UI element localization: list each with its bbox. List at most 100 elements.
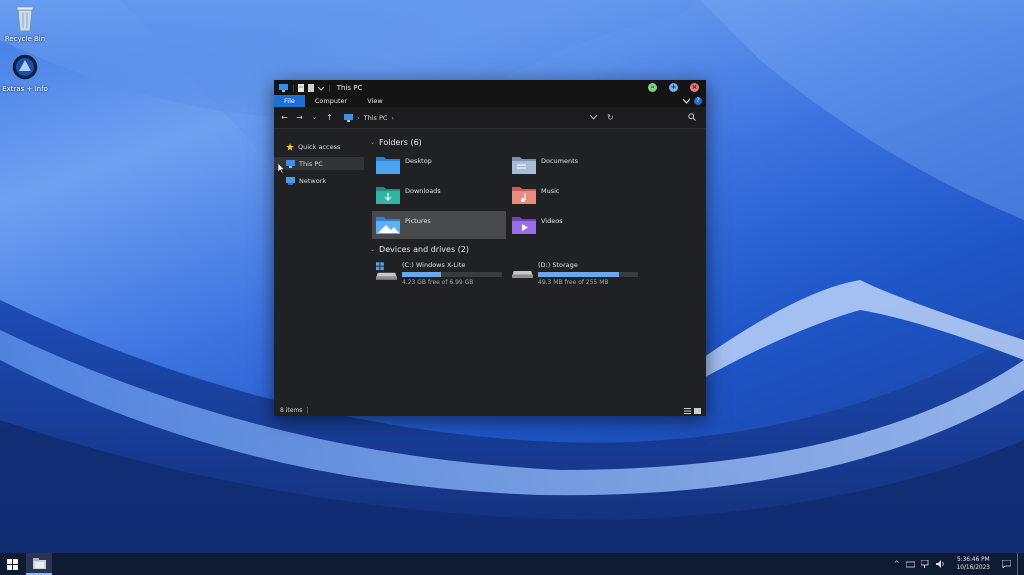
ribbon-tabs: File Computer View ? — [274, 95, 706, 107]
drive-d[interactable]: (D:) Storage 49.3 MB free of 255 MB — [508, 259, 642, 288]
clock[interactable]: 5:36:46 PM 10/16/2023 — [957, 556, 990, 572]
folders-group-header[interactable]: ⌄ Folders (6) — [370, 136, 706, 149]
desktop-icon-label: Extras + Info — [2, 85, 48, 93]
window-controls: – + × — [648, 83, 706, 92]
navigation-pane: Quick access This PC Network — [274, 130, 366, 405]
properties-icon[interactable] — [298, 83, 305, 92]
folder-desktop[interactable]: Desktop — [372, 151, 506, 179]
address-bar[interactable]: › This PC › — [344, 113, 584, 122]
folder-label: Documents — [541, 157, 579, 165]
status-bar: 8 items | — [274, 405, 706, 416]
expand-ribbon-icon[interactable] — [683, 98, 690, 104]
recycle-bin-icon — [16, 6, 34, 32]
drive-info: (D:) Storage 49.3 MB free of 255 MB — [538, 261, 638, 286]
sidebar-item-network[interactable]: Network — [274, 174, 364, 187]
folder-videos[interactable]: Videos — [508, 211, 642, 239]
start-button[interactable] — [0, 553, 24, 575]
system-tray: ^ 5:36:46 PM 10/16/2023 — [894, 553, 1024, 575]
folders-grid: Desktop Documents Downloads Music Pictur… — [372, 151, 706, 239]
maximize-button[interactable]: + — [669, 83, 678, 92]
group-title: Devices and drives (2) — [379, 245, 469, 254]
file-explorer-icon — [32, 557, 46, 569]
help-icon[interactable]: ? — [694, 97, 702, 105]
recent-locations-button[interactable]: ⌄ — [310, 114, 319, 121]
folder-label: Music — [541, 187, 560, 195]
tab-view[interactable]: View — [357, 95, 392, 107]
back-button[interactable]: ← — [280, 113, 289, 122]
desktop: Recycle Bin Extras + Info | | This PC – … — [0, 0, 1024, 553]
window-title: This PC — [336, 83, 363, 92]
tab-computer[interactable]: Computer — [305, 95, 357, 107]
close-icon: × — [691, 83, 698, 91]
content-area: ⌄ Folders (6) Desktop Documents Download… — [366, 130, 706, 405]
breadcrumb-separator: › — [391, 113, 395, 122]
desktop-folder-icon — [376, 157, 400, 174]
drives-group-header[interactable]: ⌄ Devices and drives (2) — [370, 243, 706, 256]
drive-usage-bar — [402, 272, 502, 277]
folder-documents[interactable]: Documents — [508, 151, 642, 179]
desktop-icon-recycle-bin[interactable]: Recycle Bin — [0, 4, 50, 43]
windows-logo-icon — [6, 558, 18, 570]
folder-downloads[interactable]: Downloads — [372, 181, 506, 209]
drive-info: (C:) Windows X-Lite 4.23 GB free of 6.99… — [402, 261, 502, 286]
music-folder-icon — [512, 187, 536, 204]
drive-usage-bar — [538, 272, 638, 277]
address-actions: ↻ — [590, 113, 614, 122]
explorer-body: Quick access This PC Network ⌄ Folders (… — [274, 130, 706, 405]
close-button[interactable]: × — [690, 83, 699, 92]
clock-date: 10/16/2023 — [956, 565, 990, 571]
network-icon — [286, 176, 295, 185]
storage-drive-icon — [512, 271, 533, 278]
refresh-icon[interactable]: ↻ — [607, 113, 614, 122]
taskbar-file-explorer[interactable] — [26, 553, 52, 575]
folder-label: Desktop — [405, 157, 432, 165]
search-box[interactable] — [688, 112, 706, 123]
navigation-bar: ← → ⌄ ↑ › This PC › ↻ — [274, 107, 706, 129]
item-count: 8 items — [280, 407, 303, 414]
show-desktop-button[interactable] — [1017, 553, 1020, 575]
drive-usage-fill — [402, 272, 441, 277]
address-dropdown-icon[interactable] — [590, 115, 597, 120]
minimize-button[interactable]: – — [648, 83, 657, 92]
separator: | — [328, 83, 331, 92]
clock-time: 5:36:46 PM — [956, 557, 990, 563]
maximize-icon: + — [670, 83, 677, 91]
tab-file[interactable]: File — [274, 95, 305, 107]
up-button[interactable]: ↑ — [325, 113, 334, 122]
volume-icon[interactable] — [935, 560, 945, 568]
drives-grid: (C:) Windows X-Lite 4.23 GB free of 6.99… — [372, 259, 706, 288]
documents-folder-icon — [512, 157, 536, 174]
folder-pictures[interactable]: Pictures — [372, 211, 506, 239]
chevron-down-icon: ⌄ — [370, 139, 376, 146]
input-indicator-icon[interactable] — [905, 561, 915, 568]
show-hidden-icons-icon[interactable]: ^ — [894, 560, 900, 568]
drive-c[interactable]: (C:) Windows X-Lite 4.23 GB free of 6.99… — [372, 259, 506, 288]
large-icons-view-icon[interactable] — [694, 407, 701, 414]
sidebar-item-quick-access[interactable]: Quick access — [274, 140, 364, 153]
separator: | — [292, 83, 295, 92]
desktop-icon-extras-info[interactable]: Extras + Info — [0, 52, 50, 93]
pictures-folder-icon — [376, 217, 400, 234]
desktop-icon-label: Recycle Bin — [4, 35, 46, 43]
group-title: Folders (6) — [379, 138, 422, 147]
notifications-icon[interactable] — [1002, 560, 1011, 568]
computer-icon — [279, 83, 288, 92]
videos-folder-icon — [512, 217, 536, 234]
folder-music[interactable]: Music — [508, 181, 642, 209]
computer-icon — [344, 113, 353, 122]
network-status-icon[interactable] — [920, 560, 930, 568]
title-bar[interactable]: | | This PC – + × — [274, 80, 706, 95]
folder-label: Downloads — [405, 187, 441, 195]
chevron-down-icon[interactable] — [318, 85, 325, 91]
drive-label: (C:) Windows X-Lite — [402, 261, 466, 269]
details-view-icon[interactable] — [684, 407, 691, 414]
breadcrumb-separator: › — [357, 113, 360, 122]
quick-access-toolbar: | | — [279, 83, 331, 92]
separator: | — [306, 407, 309, 414]
forward-button[interactable]: → — [295, 113, 304, 122]
new-folder-icon[interactable] — [308, 83, 315, 92]
breadcrumb-this-pc[interactable]: This PC — [364, 114, 388, 122]
view-switcher — [684, 407, 706, 414]
sidebar-item-this-pc[interactable]: This PC — [274, 157, 364, 170]
folder-label: Pictures — [405, 217, 431, 225]
